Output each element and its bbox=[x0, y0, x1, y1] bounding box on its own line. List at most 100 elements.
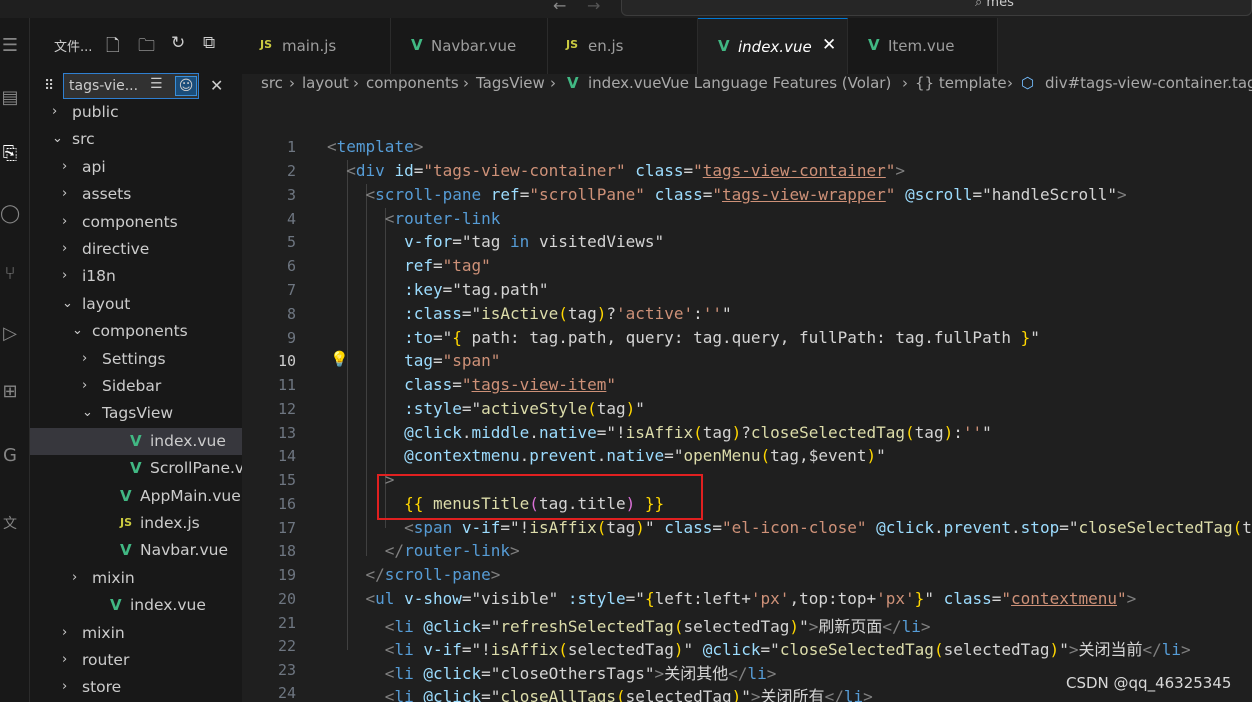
watermark: CSDN @qq_46325345 bbox=[1066, 674, 1232, 692]
tree-item[interactable]: › store bbox=[30, 674, 242, 701]
symbol-icon: ⬡ bbox=[1021, 74, 1035, 92]
line-number: 14 bbox=[277, 447, 296, 465]
tree-item[interactable]: › mixin bbox=[30, 565, 242, 592]
refresh-icon[interactable]: ↻ bbox=[171, 33, 185, 53]
tree-item[interactable]: › directive bbox=[30, 236, 242, 263]
command-center-text[interactable]: ⌕ mes bbox=[975, 0, 1014, 10]
chevron-right-icon: › bbox=[1007, 74, 1013, 92]
chevron-right-icon: › bbox=[463, 74, 469, 92]
tab-label: Item.vue bbox=[888, 37, 955, 55]
tab-main-js[interactable]: JS main.js bbox=[242, 18, 391, 74]
search-icon: ⌕ bbox=[975, 0, 987, 10]
tree-item-label: mixin bbox=[92, 568, 135, 587]
tree-item[interactable]: › api bbox=[30, 154, 242, 181]
command-center[interactable] bbox=[621, 0, 1252, 16]
tree-item[interactable]: V Navbar.vue bbox=[30, 537, 242, 564]
tree-item-label: index.vue bbox=[150, 431, 226, 450]
breadcrumb-item[interactable]: Vue Language Features (Volar) bbox=[661, 74, 891, 92]
code-line-13: @click.middle.native="!isAffix(tag)?clos… bbox=[404, 423, 992, 442]
collapse-all-icon[interactable]: ⧉ bbox=[203, 33, 215, 53]
drag-handle-icon[interactable]: ⠿ bbox=[44, 78, 54, 94]
tree-item-label: directive bbox=[82, 240, 150, 258]
code-editor[interactable]: 1 2 3 4 5 6 7 8 9 10 11 12 13 14 15 16 17 18 19 20 21 22 23 24 … bbox=[242, 96, 1252, 702]
tree-item[interactable]: › Settings bbox=[30, 346, 242, 373]
code-line-22: <li v-if="!isAffix(selectedTag)" @click=… bbox=[384, 640, 1191, 659]
run-debug-icon[interactable]: ▷ bbox=[0, 324, 20, 344]
translate-icon[interactable]: 文 bbox=[0, 514, 20, 534]
code-line-19: </scroll-pane> bbox=[365, 565, 501, 584]
line-number: 9 bbox=[286, 329, 296, 347]
line-number: 22 bbox=[277, 637, 296, 655]
breadcrumb-item[interactable]: layout bbox=[302, 74, 349, 92]
explorer-filter-input[interactable]: tags-vie... ☰ ☺ bbox=[63, 73, 199, 99]
tab-item-vue[interactable]: V Item.vue bbox=[848, 18, 998, 74]
code-line-2: <div id="tags-view-container" class="tag… bbox=[346, 161, 906, 180]
tree-item[interactable]: JS index.js bbox=[30, 510, 242, 537]
code-line-3: <scroll-pane ref="scrollPane" class="tag… bbox=[365, 185, 1127, 204]
tree-item-label: i18n bbox=[82, 267, 116, 286]
breadcrumb-item[interactable]: src bbox=[261, 74, 283, 92]
new-file-icon[interactable]: 🗋 bbox=[106, 33, 120, 62]
tab-label: en.js bbox=[588, 37, 624, 55]
tree-item-label: components bbox=[82, 212, 178, 231]
code-line-1: <template> bbox=[327, 137, 424, 156]
line-number: 7 bbox=[286, 281, 296, 299]
breadcrumb-item[interactable]: div#tags-view-container.tags bbox=[1045, 74, 1252, 92]
line-number: 13 bbox=[277, 424, 296, 442]
js-file-icon: JS bbox=[120, 516, 133, 529]
tree-item[interactable]: › Sidebar bbox=[30, 373, 242, 400]
menu-icon[interactable]: ☰ bbox=[0, 36, 20, 56]
tree-item[interactable]: › router bbox=[30, 647, 242, 674]
red-highlight-box bbox=[377, 474, 703, 520]
breadcrumb-item[interactable]: {} template bbox=[915, 74, 1007, 92]
tree-item[interactable]: V ScrollPane.vue bbox=[30, 455, 263, 482]
line-number: 12 bbox=[277, 400, 296, 418]
files-icon[interactable]: ⎘ bbox=[0, 144, 20, 164]
breadcrumb-item[interactable]: TagsView bbox=[476, 74, 545, 92]
chevron-right-icon: › bbox=[82, 350, 88, 366]
extensions-icon[interactable]: ⊞ bbox=[0, 382, 20, 402]
tree-item[interactable]: › assets bbox=[30, 181, 242, 208]
line-number: 23 bbox=[277, 661, 296, 679]
breadcrumb-item[interactable]: index.vue bbox=[588, 74, 661, 92]
tree-item[interactable]: V AppMain.vue bbox=[30, 483, 242, 510]
vue-file-icon: V bbox=[120, 541, 132, 560]
search-activity-icon[interactable]: ◯ bbox=[0, 204, 20, 224]
forward-arrow-icon[interactable]: → bbox=[587, 0, 600, 15]
close-tab-icon[interactable]: ✕ bbox=[822, 35, 836, 55]
close-filter-icon[interactable]: ✕ bbox=[210, 76, 223, 95]
back-arrow-icon[interactable]: ← bbox=[553, 0, 566, 15]
chevron-right-icon: › bbox=[62, 624, 68, 640]
new-folder-icon[interactable]: 🗀 bbox=[138, 33, 155, 62]
source-control-icon[interactable]: ⑂ bbox=[0, 264, 20, 284]
explorer-header: 文件... bbox=[54, 40, 93, 55]
tree-item[interactable]: Vindex.vue bbox=[30, 427, 242, 455]
tree-item-label: Settings bbox=[102, 349, 166, 368]
chevron-right-icon: › bbox=[62, 268, 68, 284]
tab-index-vue[interactable]: V index.vue ✕ bbox=[698, 18, 848, 74]
tree-item[interactable]: ⌄ src bbox=[30, 126, 242, 153]
tree-item-label: api bbox=[82, 157, 106, 176]
fuzzy-match-icon[interactable]: ☺ bbox=[175, 76, 197, 96]
breadcrumb-item[interactable]: components bbox=[366, 74, 459, 92]
git-icon[interactable]: G bbox=[0, 446, 20, 466]
tree-item[interactable]: › i18n bbox=[30, 263, 242, 290]
tree-item-label: mixin bbox=[82, 623, 125, 642]
tree-item[interactable]: ⌄ components bbox=[30, 318, 242, 345]
tree-item[interactable]: ⌄ layout bbox=[30, 291, 242, 318]
tree-item[interactable]: › components bbox=[30, 209, 242, 236]
tree-item[interactable]: › mixin bbox=[30, 620, 242, 647]
filter-list-icon[interactable]: ☰ bbox=[150, 76, 163, 92]
tab-navbar-vue[interactable]: V Navbar.vue bbox=[391, 18, 548, 74]
tab-en-js[interactable]: JS en.js bbox=[548, 18, 698, 74]
line-number: 4 bbox=[286, 210, 296, 228]
code-line-4: <router-link bbox=[384, 209, 501, 228]
tree-item[interactable]: › public bbox=[30, 99, 242, 126]
tree-item[interactable]: Vindex.vue bbox=[30, 592, 242, 619]
line-number: 6 bbox=[286, 257, 296, 275]
vue-file-icon: V bbox=[130, 459, 142, 478]
chevron-right-icon: › bbox=[353, 74, 359, 92]
filter-text[interactable]: tags-vie... bbox=[69, 78, 138, 94]
tree-item[interactable]: ⌄ TagsView bbox=[30, 400, 242, 427]
explorer-icon[interactable]: ▤ bbox=[0, 88, 20, 108]
